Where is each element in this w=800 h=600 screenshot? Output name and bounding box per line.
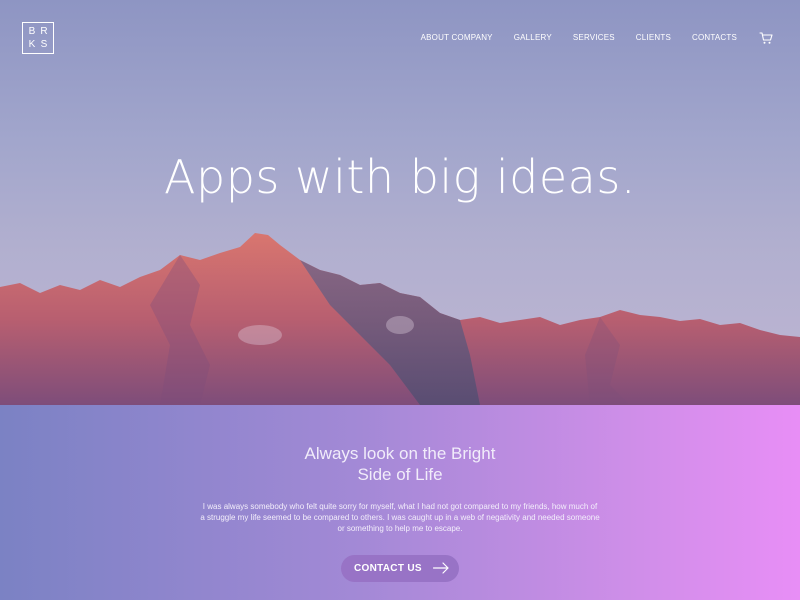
logo-letter: R bbox=[40, 25, 48, 37]
hero-section: B R K S ABOUT COMPANY GALLERY SERVICES C… bbox=[0, 0, 800, 405]
mountain-image bbox=[0, 233, 800, 405]
logo-letter: B bbox=[28, 25, 36, 37]
nav-item-clients[interactable]: CLIENTS bbox=[636, 33, 671, 42]
section-body-text: I was always somebody who felt quite sor… bbox=[200, 502, 600, 533]
nav-item-contacts[interactable]: CONTACTS bbox=[692, 33, 737, 42]
subheading-line: Always look on the Bright bbox=[304, 444, 496, 463]
nav-item-about-company[interactable]: ABOUT COMPANY bbox=[421, 33, 493, 42]
logo-letter: S bbox=[40, 38, 48, 50]
main-nav: ABOUT COMPANY GALLERY SERVICES CLIENTS C… bbox=[400, 33, 737, 42]
contact-us-button[interactable]: CONTACT US bbox=[341, 555, 459, 582]
contact-us-label: CONTACT US bbox=[354, 563, 422, 574]
logo-letter: K bbox=[28, 38, 36, 50]
nav-item-gallery[interactable]: GALLERY bbox=[514, 33, 552, 42]
subheading-line: Side of Life bbox=[357, 465, 443, 484]
hero-headline: Apps with big ideas. bbox=[164, 150, 636, 204]
arrow-right-icon bbox=[433, 562, 449, 574]
content-section: Always look on the Bright Side of Life I… bbox=[0, 405, 800, 600]
cart-icon[interactable] bbox=[759, 31, 773, 45]
section-subheading: Always look on the Bright Side of Life bbox=[0, 443, 800, 485]
nav-item-services[interactable]: SERVICES bbox=[573, 33, 615, 42]
brand-logo[interactable]: B R K S bbox=[22, 22, 54, 54]
